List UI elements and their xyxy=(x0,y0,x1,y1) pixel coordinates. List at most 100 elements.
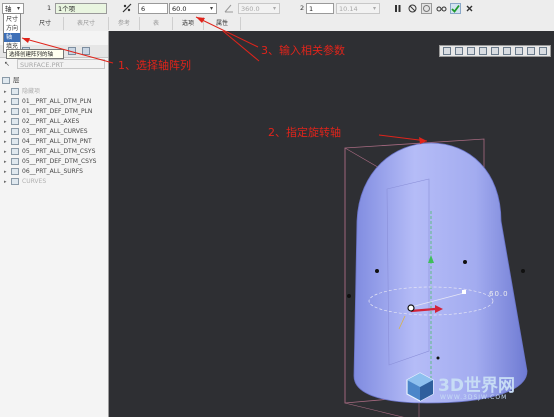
tree-item-label: 04__PRT_ALL_DTM_PNT xyxy=(22,138,92,145)
expand-arrow-icon[interactable]: ▸ xyxy=(4,177,7,187)
dropdown-option-axis[interactable]: 轴 xyxy=(4,33,20,42)
tree-filter-row: ↖ SURFACE.PRT xyxy=(2,59,106,70)
array-type-dropdown: 尺寸 方向 轴 填充 xyxy=(3,13,21,53)
rotational-body[interactable] xyxy=(353,142,528,404)
preview-glasses-button[interactable] xyxy=(436,3,447,14)
expand-arrow-icon[interactable]: ▸ xyxy=(4,157,7,167)
annotation-step-1: 1、选择轴阵列 xyxy=(118,59,191,72)
tab-tables[interactable]: 表 xyxy=(140,17,173,30)
tab-table-dimensions[interactable]: 表尺寸 xyxy=(64,17,109,30)
angle-extent-input[interactable]: 360.0 ▾ xyxy=(238,3,280,14)
annotation-arrow xyxy=(222,31,260,62)
angle-readout[interactable]: 60.0 xyxy=(489,290,509,298)
member-count-icon xyxy=(122,3,132,13)
layer-icon xyxy=(11,128,19,135)
layers-header: 层 xyxy=(2,74,20,84)
pause-button[interactable] xyxy=(392,3,403,14)
tab-dimensions[interactable]: 尺寸 xyxy=(27,17,64,30)
chevron-down-icon: ▾ xyxy=(16,5,20,12)
angle-value: 60.0 xyxy=(172,5,187,13)
watermark-url: WWW.3DSJW.COM xyxy=(440,394,508,401)
direction2-label: 2 xyxy=(300,4,305,12)
model-filter-input[interactable]: SURFACE.PRT xyxy=(17,59,105,69)
chevron-down-icon: ▾ xyxy=(209,5,213,12)
pattern-member-point[interactable] xyxy=(521,269,525,273)
tree-item-label: 02__PRT_ALL_AXES xyxy=(22,118,80,125)
tree-item-label: 隐藏项 xyxy=(22,88,41,95)
tree-item[interactable]: ▸ 01__PRT_DEF_DTM_PLN xyxy=(4,107,93,117)
dropdown-option-dimension[interactable]: 尺寸 xyxy=(6,15,20,24)
array-type-value: 轴 xyxy=(5,5,12,13)
tree-item[interactable]: ▸ 03__PRT_ALL_CURVES xyxy=(4,127,88,137)
direction1-collector[interactable]: 1个项 xyxy=(55,3,107,14)
tree-item[interactable]: ▸ 04__PRT_ALL_DTM_PNT xyxy=(4,137,92,147)
pointer-icon: ↖ xyxy=(4,60,10,68)
direction2-spacing-input[interactable]: 10.14 ▾ xyxy=(336,3,380,14)
watermark-title: 3D世界网 xyxy=(438,376,515,396)
verify-mode-button[interactable] xyxy=(421,3,432,14)
pattern-member-point[interactable] xyxy=(375,269,379,273)
expand-arrow-icon[interactable]: ▸ xyxy=(4,127,7,137)
direction2-count-value: 1 xyxy=(309,5,314,13)
tree-item[interactable]: ▸ 05__PRT_ALL_DTM_CSYS xyxy=(4,147,96,157)
chevron-down-icon: ▾ xyxy=(372,5,376,12)
tree-item[interactable]: ▸ CURVES xyxy=(4,177,47,187)
tooltip: 选择创建阵列的轴 xyxy=(6,49,64,59)
direction2-count-input[interactable]: 1 xyxy=(306,3,334,14)
member-count-value: 6 xyxy=(141,5,146,13)
angle-drag-handle[interactable] xyxy=(462,290,466,294)
chevron-down-icon: ▾ xyxy=(272,5,276,12)
member-count-input[interactable]: 6 xyxy=(138,3,168,14)
tree-item-label: 05__PRT_DEF_DTM_CSYS xyxy=(22,158,97,165)
angle-input[interactable]: 60.0 ▾ xyxy=(169,3,217,14)
3d-cube-logo-icon xyxy=(406,372,434,402)
layer-icon xyxy=(11,158,19,165)
pattern-member-point[interactable] xyxy=(436,356,440,360)
expand-arrow-icon[interactable]: ▸ xyxy=(4,167,7,177)
expand-arrow-icon[interactable]: ▸ xyxy=(4,147,7,157)
layer-icon xyxy=(11,88,19,95)
direction1-label: 1 xyxy=(47,4,52,12)
expand-arrow-icon[interactable]: ▸ xyxy=(4,117,7,127)
layer-icon xyxy=(11,168,19,175)
no-preview-button[interactable] xyxy=(407,3,418,14)
tree-item[interactable]: ▸ 06__PRT_ALL_SURFS xyxy=(4,167,83,177)
tree-item-label: CURVES xyxy=(22,178,47,185)
expand-arrow-icon[interactable]: ▸ xyxy=(4,107,7,117)
layer-icon xyxy=(11,148,19,155)
tree-item[interactable]: ▸ 隐藏项 xyxy=(4,87,41,97)
layer-icon xyxy=(11,108,19,115)
expand-arrow-icon[interactable]: ▸ xyxy=(4,137,7,147)
model-canvas xyxy=(222,31,528,417)
layer-icon xyxy=(2,76,10,84)
cancel-button[interactable] xyxy=(464,3,475,14)
array-dashboard: 轴 ▾ 1 1个项 6 60.0 ▾ 360.0 ▾ 2 1 10.14 ▾ 尺… xyxy=(0,0,554,32)
pattern-member-point[interactable] xyxy=(463,260,467,264)
expand-arrow-icon[interactable]: ▸ xyxy=(4,87,7,97)
tree-item[interactable]: ▸ 05__PRT_DEF_DTM_CSYS xyxy=(4,157,97,167)
angle-extent-icon xyxy=(224,3,234,13)
layer-icon xyxy=(11,178,19,185)
layer-icon xyxy=(11,98,19,105)
expand-arrow-icon[interactable]: ▸ xyxy=(4,97,7,107)
pattern-leader-point[interactable] xyxy=(407,304,415,312)
pattern-member-point[interactable] xyxy=(347,294,351,298)
dropdown-option-direction[interactable]: 方向 xyxy=(6,24,20,33)
layers-header-label: 层 xyxy=(13,76,20,84)
tab-references[interactable]: 参考 xyxy=(109,17,140,30)
tree-item-label: 05__PRT_ALL_DTM_CSYS xyxy=(22,148,96,155)
layer-tree-panel: ↖ SURFACE.PRT 层 ▸ 隐藏项 ▸ 01__PRT_ALL_DTM_PLN… xyxy=(0,31,109,417)
tree-item-label: 06__PRT_ALL_SURFS xyxy=(22,168,83,175)
annotation-step-2: 2、指定旋转轴 xyxy=(268,126,341,139)
tree-item-label: 01__PRT_DEF_DTM_PLN xyxy=(22,108,93,115)
angle-extent-value: 360.0 xyxy=(241,5,260,13)
graphics-viewport[interactable]: 60.0 3D世界网 WWW.3DSJW.COM xyxy=(109,31,554,417)
tree-item[interactable]: ▸ 02__PRT_ALL_AXES xyxy=(4,117,80,127)
tree-item-label: 03__PRT_ALL_CURVES xyxy=(22,128,88,135)
list-icon[interactable] xyxy=(82,47,90,55)
show-icon[interactable] xyxy=(68,47,76,55)
tree-item[interactable]: ▸ 01__PRT_ALL_DTM_PLN xyxy=(4,97,91,107)
tab-options[interactable]: 选项 xyxy=(173,17,204,30)
confirm-button[interactable] xyxy=(450,3,461,14)
tab-properties[interactable]: 属性 xyxy=(204,17,241,30)
